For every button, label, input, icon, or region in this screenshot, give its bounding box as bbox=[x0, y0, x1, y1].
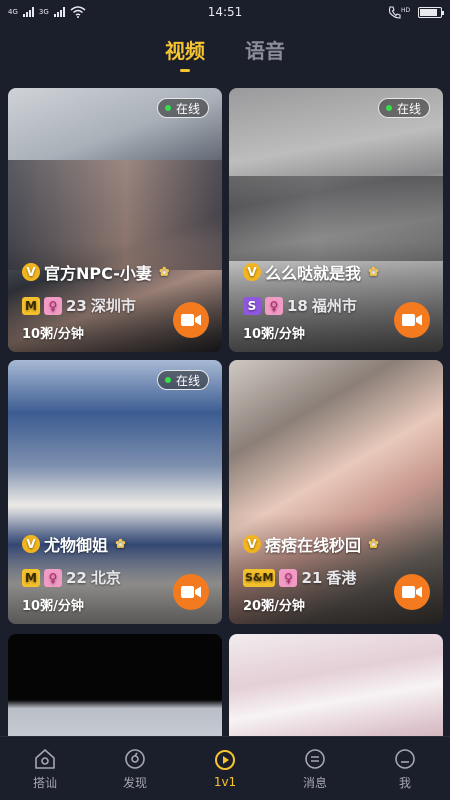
flower-icon: ✿ bbox=[365, 263, 383, 281]
call-price: 10粥/分钟 bbox=[243, 327, 305, 342]
profile-city: 北京 bbox=[90, 569, 121, 587]
call-price: 20粥/分钟 bbox=[243, 599, 305, 614]
tab-video[interactable]: 视频 bbox=[165, 34, 205, 72]
nav-item-discover[interactable]: 发现 bbox=[90, 737, 180, 800]
video-camera-icon bbox=[402, 586, 422, 598]
profile-age: 18 bbox=[287, 296, 308, 315]
status-bar: 4G 3G 14:51 HD bbox=[0, 0, 450, 24]
profile-age: 23 bbox=[66, 296, 87, 315]
nav-item-messages[interactable]: 消息 bbox=[270, 737, 360, 800]
top-tabs: 视频 语音 bbox=[0, 34, 450, 74]
home-icon bbox=[35, 748, 55, 769]
signal-icon bbox=[53, 7, 65, 17]
video-camera-icon bbox=[402, 314, 422, 326]
profile-card[interactable]: V 痞痞在线秒回 ✿ S&M ♀ 21 香港 20粥/分钟 bbox=[229, 360, 443, 624]
role-badge: M bbox=[22, 296, 40, 315]
nav-label: 我 bbox=[398, 775, 411, 790]
profile-card[interactable]: 在线 V 官方NPC-小妻 ✿ M ♀ 23 深圳市 10粥/分钟 bbox=[8, 88, 222, 352]
role-badge: M bbox=[22, 568, 40, 587]
profile-age: 22 bbox=[66, 568, 87, 587]
nav-item-me[interactable]: 我 bbox=[360, 737, 450, 800]
signal-icon bbox=[22, 7, 34, 17]
video-call-button[interactable] bbox=[394, 302, 430, 338]
role-badge: S&M bbox=[243, 568, 276, 587]
battery-level bbox=[420, 8, 437, 16]
vip-badge-icon: V bbox=[243, 263, 261, 281]
profile-name: 官方NPC-小妻 bbox=[44, 264, 152, 283]
bottom-nav: 搭讪 发现 1v1 消息 我 bbox=[0, 736, 450, 800]
role-badge: S bbox=[243, 296, 261, 315]
profile-card[interactable]: 在线 V 尤物御姐 ✿ M ♀ 22 北京 10粥/分钟 bbox=[8, 360, 222, 624]
video-call-button[interactable] bbox=[394, 574, 430, 610]
profile-age: 21 bbox=[301, 568, 323, 587]
network-label-4g: 4G bbox=[8, 8, 18, 16]
profile-icon bbox=[395, 748, 415, 769]
female-icon: ♀ bbox=[279, 568, 298, 587]
video-camera-icon bbox=[181, 314, 201, 326]
wifi-icon bbox=[70, 6, 86, 18]
profile-name: 痞痞在线秒回 bbox=[265, 536, 362, 555]
hd-call-icon: HD bbox=[388, 6, 410, 19]
network-label-3g: 3G bbox=[38, 8, 49, 16]
flower-icon: ✿ bbox=[112, 535, 130, 553]
online-dot-icon bbox=[164, 105, 171, 111]
nav-label: 发现 bbox=[122, 775, 147, 790]
hd-label: HD bbox=[401, 7, 410, 14]
profile-name: 尤物御姐 bbox=[44, 536, 109, 555]
female-icon: ♀ bbox=[44, 568, 62, 587]
vip-badge-icon: V bbox=[22, 535, 40, 553]
online-dot-icon bbox=[164, 377, 171, 383]
discover-icon bbox=[125, 748, 145, 769]
profile-name: 么么哒就是我 bbox=[265, 264, 362, 283]
nav-item-chat[interactable]: 搭讪 bbox=[0, 737, 90, 800]
online-badge: 在线 bbox=[156, 98, 209, 118]
profile-city: 香港 bbox=[326, 569, 357, 587]
message-icon bbox=[305, 748, 325, 769]
nav-label: 搭讪 bbox=[32, 775, 57, 790]
vip-badge-icon: V bbox=[22, 263, 40, 281]
call-price: 10粥/分钟 bbox=[22, 327, 84, 342]
nav-label: 消息 bbox=[302, 775, 327, 790]
vip-badge-icon: V bbox=[243, 535, 261, 553]
nav-item-1v1[interactable]: 1v1 bbox=[180, 737, 270, 800]
profile-city: 深圳市 bbox=[90, 297, 136, 315]
female-icon: ♀ bbox=[44, 296, 62, 315]
flower-icon: ✿ bbox=[365, 535, 383, 553]
online-badge: 在线 bbox=[377, 98, 430, 118]
online-dot-icon bbox=[385, 105, 392, 111]
video-camera-icon bbox=[181, 586, 201, 598]
video-call-button[interactable] bbox=[173, 302, 209, 338]
call-price: 10粥/分钟 bbox=[22, 599, 84, 614]
flower-icon: ✿ bbox=[155, 263, 173, 281]
profile-city: 福州市 bbox=[311, 297, 357, 315]
online-badge: 在线 bbox=[156, 370, 209, 390]
nav-label: 1v1 bbox=[213, 775, 237, 789]
tab-voice[interactable]: 语音 bbox=[245, 34, 285, 72]
female-icon: ♀ bbox=[265, 296, 283, 315]
play-icon bbox=[215, 750, 235, 770]
profile-card[interactable]: 在线 V 么么哒就是我 ✿ S ♀ 18 福州市 10粥/分钟 bbox=[229, 88, 443, 352]
battery-icon bbox=[418, 6, 444, 18]
video-call-button[interactable] bbox=[173, 574, 209, 610]
